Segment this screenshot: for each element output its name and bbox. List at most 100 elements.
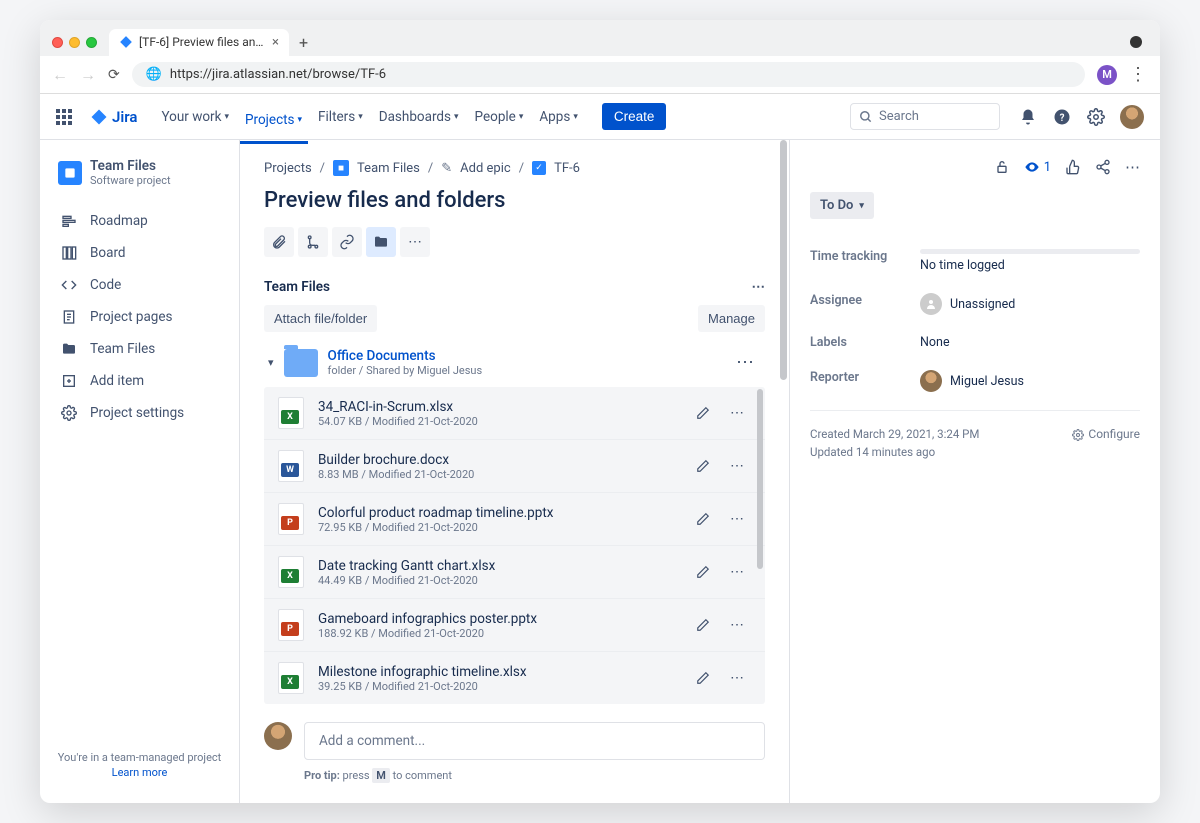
more-toolbar-icon[interactable]: ⋯ (400, 227, 430, 257)
help-icon[interactable]: ? (1052, 107, 1072, 127)
share-icon[interactable] (1095, 159, 1111, 175)
nav-people[interactable]: People▾ (469, 103, 530, 131)
file-more-icon[interactable]: ⋯ (723, 505, 751, 533)
subtask-icon[interactable] (298, 227, 328, 257)
lock-icon[interactable] (994, 159, 1010, 175)
file-row[interactable]: WBuilder brochure.docx8.83 MB / Modified… (264, 440, 765, 493)
configure-button[interactable]: Configure (1072, 425, 1140, 444)
folder-icon (284, 349, 318, 377)
sidebar-item-settings[interactable]: Project settings (50, 397, 229, 429)
app-switcher-icon[interactable] (56, 109, 72, 125)
search-placeholder: Search (879, 109, 919, 124)
folder-name[interactable]: Office Documents (328, 348, 483, 364)
scrollbar[interactable] (780, 140, 787, 380)
file-row[interactable]: XDate tracking Gantt chart.xlsx44.49 KB … (264, 546, 765, 599)
browser-menu-button[interactable]: ⋮ (1129, 64, 1148, 85)
file-more-icon[interactable]: ⋯ (723, 558, 751, 586)
sidebar-item-roadmap[interactable]: Roadmap (50, 205, 229, 237)
jira-favicon-icon (119, 35, 133, 49)
more-actions-icon[interactable]: ⋯ (1125, 158, 1140, 176)
sidebar-footer: You're in a team-managed project Learn m… (50, 745, 229, 785)
sidebar-project[interactable]: Team Files Software project (50, 158, 229, 205)
tab-bar: [TF-6] Preview files and folder × + (40, 20, 1160, 56)
file-type-icon: W (278, 450, 304, 482)
comment-input[interactable]: Add a comment... (304, 722, 765, 760)
chevron-down-icon: ▾ (358, 112, 363, 122)
manage-button[interactable]: Manage (698, 305, 765, 332)
sidebar-item-pages[interactable]: Project pages (50, 301, 229, 333)
nav-your-work[interactable]: Your work▾ (155, 103, 235, 131)
time-tracking-value[interactable]: No time logged (920, 249, 1140, 273)
file-more-icon[interactable]: ⋯ (723, 452, 751, 480)
issue-type-icon: ✓ (532, 161, 546, 175)
file-name: Milestone infographic timeline.xlsx (318, 664, 675, 680)
nav-projects[interactable]: Projects▾ (239, 103, 308, 144)
new-tab-button[interactable]: + (299, 33, 308, 52)
edit-file-icon[interactable] (689, 452, 717, 480)
attach-icon[interactable] (264, 227, 294, 257)
file-more-icon[interactable]: ⋯ (723, 664, 751, 692)
team-files-toolbar-icon[interactable] (366, 227, 396, 257)
sidebar-item-board[interactable]: Board (50, 237, 229, 269)
file-row[interactable]: PColorful product roadmap timeline.pptx7… (264, 493, 765, 546)
tab-close-icon[interactable]: × (272, 35, 279, 50)
jira-logo[interactable]: Jira (90, 108, 137, 126)
breadcrumb-key[interactable]: TF-6 (554, 161, 580, 176)
nav-apps[interactable]: Apps▾ (533, 103, 583, 131)
gear-icon (60, 405, 78, 421)
back-button[interactable]: ← (52, 65, 68, 85)
breadcrumb-project[interactable]: Team Files (357, 161, 420, 176)
file-more-icon[interactable]: ⋯ (723, 399, 751, 427)
file-row[interactable]: XMilestone infographic timeline.xlsx39.2… (264, 652, 765, 704)
section-more-icon[interactable]: ⋯ (752, 279, 766, 295)
edit-file-icon[interactable] (689, 558, 717, 586)
sidebar-item-code[interactable]: Code (50, 269, 229, 301)
folder-more-icon[interactable]: ⋯ (730, 352, 761, 373)
settings-icon[interactable] (1086, 107, 1106, 127)
watch-icon[interactable]: 1 (1024, 159, 1051, 175)
window-minimize-button[interactable] (69, 37, 80, 48)
assignee-value[interactable]: Unassigned (920, 293, 1140, 315)
edit-file-icon[interactable] (689, 505, 717, 533)
file-name: Gameboard infographics poster.pptx (318, 611, 675, 627)
edit-file-icon[interactable] (689, 664, 717, 692)
nav-filters[interactable]: Filters▾ (312, 103, 369, 131)
url-text: https://jira.atlassian.net/browse/TF-6 (170, 67, 386, 82)
attach-file-button[interactable]: Attach file/folder (264, 305, 377, 332)
reload-button[interactable]: ⟳ (108, 67, 120, 83)
unassigned-avatar-icon (920, 293, 942, 315)
file-row[interactable]: PGameboard infographics poster.pptx188.9… (264, 599, 765, 652)
file-more-icon[interactable]: ⋯ (723, 611, 751, 639)
link-icon[interactable] (332, 227, 362, 257)
file-list: X34_RACI-in-Scrum.xlsx54.07 KB / Modifie… (264, 387, 765, 704)
browser-profile-badge[interactable]: M (1097, 65, 1117, 85)
file-row[interactable]: X34_RACI-in-Scrum.xlsx54.07 KB / Modifie… (264, 387, 765, 440)
browser-tab[interactable]: [TF-6] Preview files and folder × (109, 29, 289, 56)
file-list-scrollbar[interactable] (757, 389, 763, 569)
window-close-button[interactable] (52, 37, 63, 48)
create-button[interactable]: Create (602, 103, 667, 130)
learn-more-link[interactable]: Learn more (56, 766, 223, 779)
like-icon[interactable] (1065, 159, 1081, 175)
search-input[interactable]: Search (850, 103, 1000, 130)
forward-button[interactable]: → (80, 65, 96, 85)
browser-window: [TF-6] Preview files and folder × + ← → … (40, 20, 1160, 803)
labels-value[interactable]: None (920, 335, 1140, 350)
sidebar-item-team-files[interactable]: Team Files (50, 333, 229, 365)
edit-file-icon[interactable] (689, 611, 717, 639)
breadcrumb-projects[interactable]: Projects (264, 161, 312, 176)
reporter-value[interactable]: Miguel Jesus (920, 370, 1140, 392)
nav-dashboards[interactable]: Dashboards▾ (373, 103, 465, 131)
window-maximize-button[interactable] (86, 37, 97, 48)
notifications-icon[interactable] (1018, 107, 1038, 127)
user-avatar[interactable] (1120, 105, 1144, 129)
sidebar-item-add[interactable]: Add item (50, 365, 229, 397)
edit-file-icon[interactable] (689, 399, 717, 427)
breadcrumb-add-epic[interactable]: Add epic (460, 161, 511, 176)
folder-collapse-icon[interactable]: ▾ (268, 356, 274, 369)
url-input[interactable]: 🌐 https://jira.atlassian.net/browse/TF-6 (132, 62, 1085, 87)
side-top-actions: 1 ⋯ (810, 158, 1140, 176)
field-reporter: Reporter Miguel Jesus (810, 360, 1140, 402)
status-dropdown[interactable]: To Do ▾ (810, 192, 874, 219)
browser-tab-title: [TF-6] Preview files and folder (139, 35, 266, 49)
